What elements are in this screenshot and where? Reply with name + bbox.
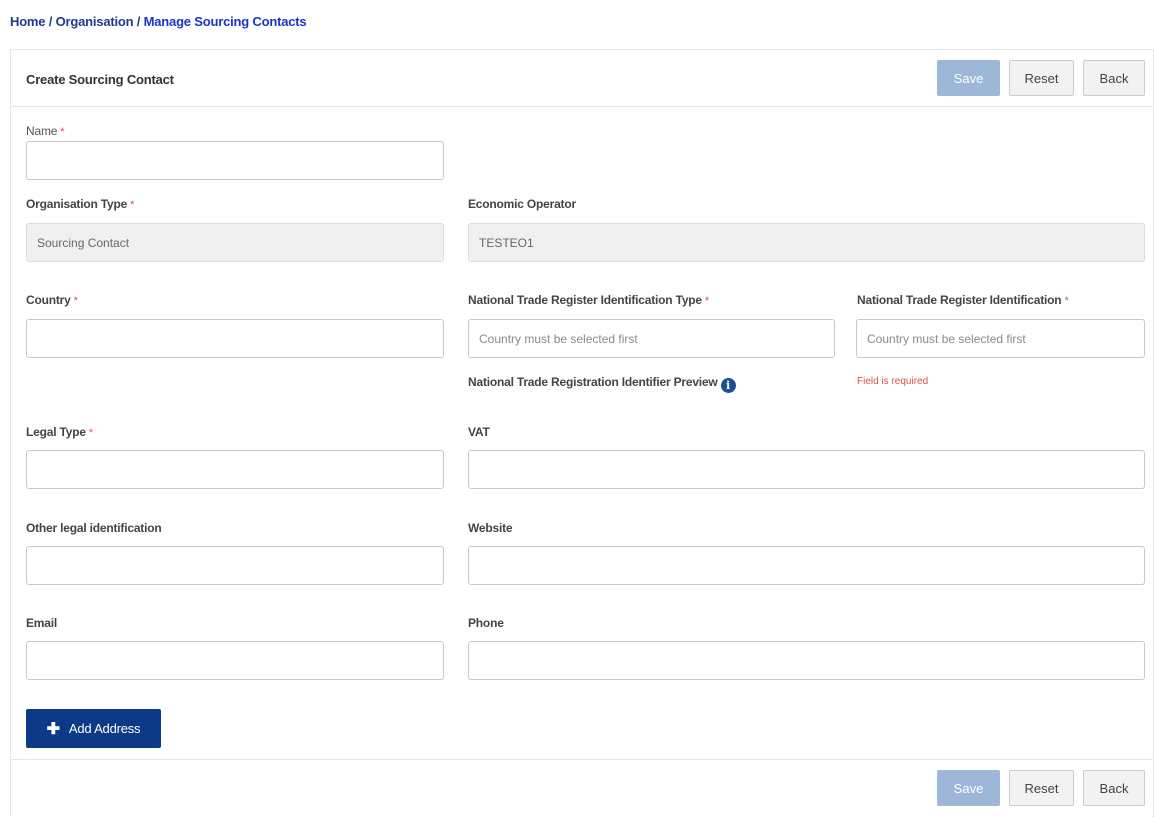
name-input[interactable] [26, 141, 444, 180]
ntr-identification-input[interactable] [856, 319, 1145, 358]
legal-type-label: Legal Type * [26, 425, 93, 439]
other-legal-identification-input[interactable] [26, 546, 444, 585]
save-button[interactable]: Save [937, 60, 1000, 96]
vat-input[interactable] [468, 450, 1145, 489]
ntr-identification-label: National Trade Register Identification * [857, 293, 1069, 307]
ntr-identification-type-label-text: National Trade Register Identification T… [468, 293, 702, 307]
reset-button[interactable]: Reset [1009, 60, 1074, 96]
ntr-preview-label: National Trade Registration Identifier P… [468, 375, 736, 393]
breadcrumb-home-link[interactable]: Home [10, 14, 46, 29]
ntr-identification-type-label: National Trade Register Identification T… [468, 293, 709, 307]
page-title: Create Sourcing Contact [26, 72, 174, 87]
website-label: Website [468, 521, 513, 535]
plus-icon: ✚ [46, 720, 60, 738]
panel-header: Create Sourcing Contact Save Reset Back [11, 50, 1153, 107]
info-circle-icon[interactable]: i [720, 378, 736, 393]
organisation-type-label-text: Organisation Type [26, 197, 128, 211]
ntr-identification-label-text: National Trade Register Identification [857, 293, 1062, 307]
phone-input[interactable] [468, 641, 1145, 680]
required-marker: * [73, 295, 78, 307]
back-button[interactable]: Back [1083, 60, 1145, 96]
save-button-footer[interactable]: Save [937, 770, 1000, 806]
phone-label: Phone [468, 616, 504, 630]
email-label: Email [26, 616, 58, 630]
economic-operator-field [468, 223, 1145, 262]
ntr-identification-type-select[interactable] [468, 319, 835, 358]
email-input[interactable] [26, 641, 444, 680]
panel-footer: Save Reset Back [11, 759, 1153, 818]
economic-operator-label: Economic Operator [468, 197, 576, 211]
required-marker: * [60, 126, 65, 138]
required-marker: * [704, 295, 709, 307]
other-legal-identification-label: Other legal identification [26, 521, 162, 535]
breadcrumb-separator: / [48, 14, 53, 29]
breadcrumb-organisation[interactable]: Organisation [56, 14, 134, 29]
required-marker: * [88, 427, 93, 439]
create-sourcing-contact-panel: Create Sourcing Contact Save Reset Back … [10, 49, 1154, 817]
website-input[interactable] [468, 546, 1145, 585]
ntr-preview-label-text: National Trade Registration Identifier P… [468, 375, 718, 389]
country-select[interactable] [26, 319, 444, 358]
country-label: Country * [26, 293, 78, 307]
name-label: Name * [26, 124, 65, 138]
breadcrumb: Home / Organisation / Manage Sourcing Co… [10, 14, 307, 29]
legal-type-select[interactable] [26, 450, 444, 489]
vat-label: VAT [468, 425, 490, 439]
name-label-text: Name [26, 124, 58, 138]
required-marker: * [130, 199, 135, 211]
ntr-identification-error: Field is required [857, 376, 929, 387]
add-address-button[interactable]: ✚ Add Address [26, 709, 161, 748]
organisation-type-label: Organisation Type * [26, 197, 134, 211]
organisation-type-field [26, 223, 444, 262]
country-label-text: Country [26, 293, 71, 307]
add-address-label: Add Address [68, 720, 141, 736]
back-button-footer[interactable]: Back [1083, 770, 1145, 806]
required-marker: * [1064, 295, 1069, 307]
breadcrumb-separator: / [136, 14, 141, 29]
reset-button-footer[interactable]: Reset [1009, 770, 1074, 806]
legal-type-label-text: Legal Type [26, 425, 86, 439]
breadcrumb-current[interactable]: Manage Sourcing Contacts [144, 14, 307, 29]
